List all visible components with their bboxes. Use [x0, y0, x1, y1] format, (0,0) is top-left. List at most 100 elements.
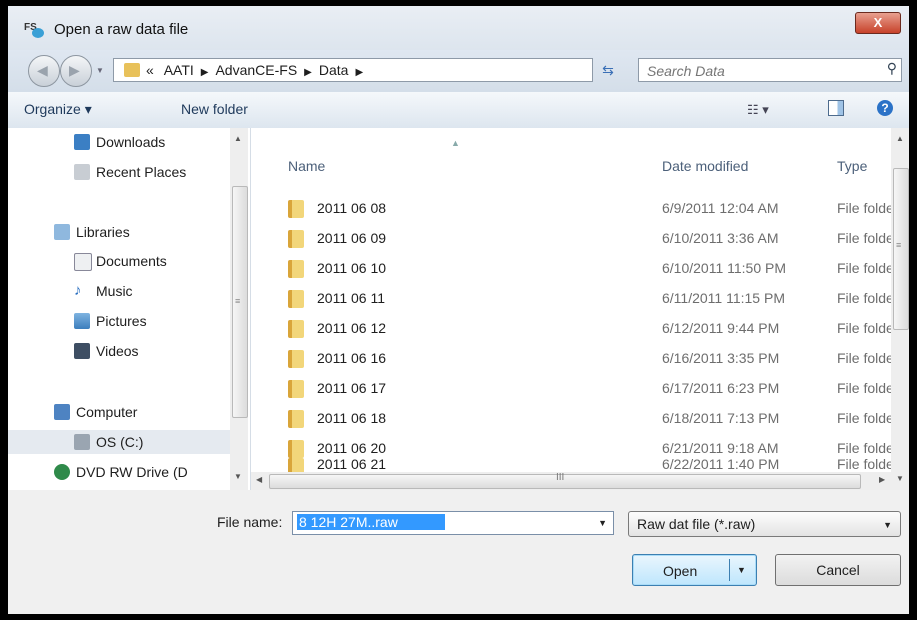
pictures-icon: [74, 313, 90, 329]
folder-icon: [288, 380, 304, 398]
dvd-drive-icon: [54, 464, 70, 480]
close-button[interactable]: X: [855, 12, 901, 34]
folder-icon: [288, 320, 304, 338]
scroll-up-icon[interactable]: ▲: [234, 134, 242, 143]
address-bar[interactable]: « AATI▶AdvanCE-FS▶Data▶ ▼: [113, 58, 680, 82]
scroll-down-icon[interactable]: ▼: [896, 474, 904, 483]
file-list-horizontal-scrollbar[interactable]: ◀ III ▶: [251, 472, 891, 490]
file-name-label: File name:: [217, 514, 283, 530]
computer-icon: [54, 404, 70, 420]
organize-button[interactable]: Organize ▾: [24, 101, 92, 118]
nav-item-libraries[interactable]: Libraries: [8, 220, 230, 244]
folder-icon: [288, 290, 304, 308]
scroll-thumb[interactable]: [269, 474, 861, 489]
file-row[interactable]: 2011 06 16 6/16/2011 3:35 PM File folde: [251, 344, 894, 374]
file-type-select[interactable]: Raw dat file (*.raw) ▼: [628, 511, 901, 537]
views-icon[interactable]: ☷ ▾: [747, 102, 769, 118]
file-row[interactable]: 2011 06 08 6/9/2011 12:04 AM File folde: [251, 194, 894, 224]
folder-icon: [288, 230, 304, 248]
scroll-grip-icon: ≡: [235, 296, 241, 306]
search-box[interactable]: ⚲: [638, 58, 902, 82]
preview-pane-icon[interactable]: [828, 100, 844, 116]
file-list-vertical-scrollbar[interactable]: ▲ ≡ ▼: [891, 128, 909, 490]
file-row[interactable]: 2011 06 17 6/17/2011 6:23 PM File folde: [251, 374, 894, 404]
command-toolbar: Organize ▾ New folder ☷ ▾ ?: [8, 92, 909, 129]
nav-item-music[interactable]: ♪ Music: [8, 279, 230, 303]
chevron-right-icon[interactable]: ▶: [355, 67, 363, 78]
scroll-right-icon[interactable]: ▶: [879, 475, 885, 484]
file-list: ▲ Name Date modified Type 2011 06 08 6/9/…: [251, 128, 909, 490]
breadcrumb-item[interactable]: AATI: [164, 62, 194, 78]
chevron-right-icon[interactable]: ▶: [304, 67, 312, 78]
file-row[interactable]: 2011 06 10 6/10/2011 11:50 PM File folde: [251, 254, 894, 284]
scroll-down-icon[interactable]: ▼: [234, 472, 242, 481]
music-icon: ♪: [74, 282, 82, 299]
nav-item-downloads[interactable]: Downloads: [8, 130, 230, 154]
file-name-input[interactable]: [297, 514, 445, 530]
dialog-footer: File name: ▼ Raw dat file (*.raw) ▼ Open…: [8, 490, 909, 614]
column-header-date[interactable]: Date modified: [662, 158, 748, 174]
forward-arrow-icon: ▶: [69, 62, 80, 78]
scroll-left-icon[interactable]: ◀: [256, 475, 262, 484]
back-button[interactable]: ◀: [28, 55, 60, 87]
refresh-button[interactable]: ⇆: [596, 58, 620, 82]
nav-item-dvd-drive[interactable]: DVD RW Drive (D: [8, 460, 230, 484]
breadcrumb-item[interactable]: AdvanCE-FS: [215, 62, 297, 78]
file-name-combobox[interactable]: ▼: [292, 511, 614, 535]
scroll-grip-icon: III: [556, 472, 565, 483]
help-icon[interactable]: ?: [877, 100, 893, 116]
file-type-value: Raw dat file (*.raw): [637, 516, 756, 532]
nav-item-computer[interactable]: Computer: [8, 400, 230, 424]
open-options-icon[interactable]: ▼: [737, 565, 746, 575]
downloads-icon: [74, 134, 90, 150]
breadcrumb-item[interactable]: Data: [319, 62, 349, 78]
nav-item-videos[interactable]: Videos: [8, 339, 230, 363]
navigation-pane: Downloads Recent Places Libraries Docume…: [8, 128, 251, 490]
scroll-grip-icon: ≡: [896, 240, 902, 250]
search-input[interactable]: [645, 62, 869, 80]
back-arrow-icon: ◀: [37, 62, 48, 78]
nav-item-pictures[interactable]: Pictures: [8, 309, 230, 333]
cancel-button[interactable]: Cancel: [775, 554, 901, 586]
folder-icon: [288, 200, 304, 218]
chevron-down-icon: ▼: [883, 520, 892, 530]
open-button[interactable]: Open ▼: [632, 554, 757, 586]
chevron-right-icon[interactable]: ▶: [201, 67, 209, 78]
file-row[interactable]: 2011 06 09 6/10/2011 3:36 AM File folde: [251, 224, 894, 254]
app-icon: FS: [24, 22, 46, 40]
window-title: Open a raw data file: [54, 21, 189, 38]
folder-icon: [288, 260, 304, 278]
nav-item-documents[interactable]: Documents: [8, 249, 230, 273]
recent-places-icon: [74, 164, 90, 180]
open-file-dialog: FS Open a raw data file X ◀ ▶ ▼ « AATI ▶ A…: [8, 6, 909, 614]
folder-icon: [288, 410, 304, 428]
new-folder-button[interactable]: New folder: [181, 101, 248, 117]
videos-icon: [74, 343, 90, 359]
close-icon: X: [873, 15, 883, 30]
drive-icon: [74, 434, 90, 450]
file-row[interactable]: 2011 06 11 6/11/2011 11:15 PM File folde: [251, 284, 894, 314]
breadcrumb-overflow[interactable]: «: [146, 62, 154, 78]
nav-item-os-c[interactable]: OS (C:): [8, 430, 230, 454]
folder-icon: [288, 350, 304, 368]
address-row: ◀ ▶ ▼ « AATI▶AdvanCE-FS▶Data▶ ▼ ⇆ ⚲: [8, 50, 909, 92]
column-header-name[interactable]: Name: [288, 158, 325, 174]
documents-icon: [74, 253, 92, 271]
search-icon[interactable]: ⚲: [887, 60, 897, 77]
file-row[interactable]: 2011 06 21 6/22/2011 1:40 PM File folde: [251, 458, 891, 472]
recent-locations-icon[interactable]: ▼: [96, 66, 104, 75]
breadcrumb: « AATI ▶ AdvanCE-FS ▶ Data ▶: [146, 62, 370, 78]
nav-item-recent-places[interactable]: Recent Places: [8, 160, 230, 184]
title-bar: FS Open a raw data file X: [8, 6, 909, 50]
forward-button[interactable]: ▶: [60, 55, 92, 87]
folder-icon: [124, 63, 140, 77]
folder-icon: [288, 458, 304, 472]
file-row[interactable]: 2011 06 18 6/18/2011 7:13 PM File folde: [251, 404, 894, 434]
sort-arrow-icon: ▲: [451, 138, 460, 148]
scroll-up-icon[interactable]: ▲: [896, 134, 904, 143]
column-header-type[interactable]: Type: [837, 158, 867, 174]
folder-icon: [288, 440, 304, 458]
nav-scrollbar[interactable]: ▲ ≡ ▼: [230, 128, 248, 490]
chevron-down-icon[interactable]: ▼: [598, 518, 607, 528]
file-row[interactable]: 2011 06 12 6/12/2011 9:44 PM File folde: [251, 314, 894, 344]
